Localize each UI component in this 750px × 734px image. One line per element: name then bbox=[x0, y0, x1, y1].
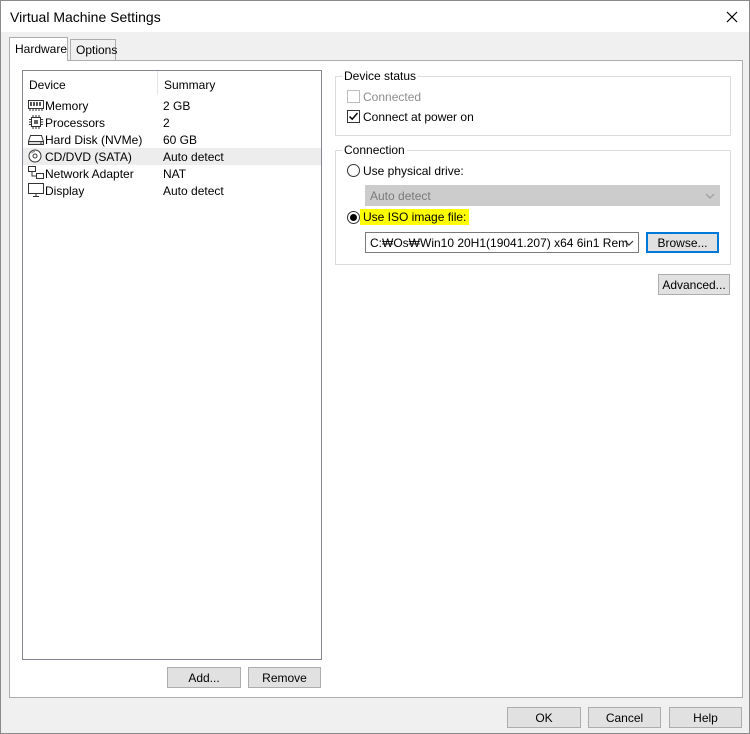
help-button[interactable]: Help bbox=[669, 707, 742, 728]
connection-title: Connection bbox=[342, 143, 407, 157]
device-summary: NAT bbox=[163, 167, 187, 181]
chevron-down-icon bbox=[624, 240, 634, 246]
iso-path-value: C:₩Os₩Win10 20H1(19041.207) x64 6in1 Rem… bbox=[370, 235, 628, 250]
remove-device-button[interactable]: Remove bbox=[248, 667, 321, 688]
add-device-button[interactable]: Add... bbox=[167, 667, 241, 688]
connection-group: Connection Use physical drive: Auto dete… bbox=[335, 143, 731, 265]
device-summary: 2 GB bbox=[163, 99, 191, 113]
column-header-summary[interactable]: Summary bbox=[157, 71, 215, 95]
connect-at-power-on-checkbox[interactable] bbox=[347, 110, 360, 123]
window-title: Virtual Machine Settings bbox=[10, 9, 161, 25]
close-icon bbox=[726, 11, 738, 22]
device-name: CD/DVD (SATA) bbox=[45, 150, 132, 164]
device-status-title: Device status bbox=[342, 69, 419, 83]
device-name: Memory bbox=[45, 99, 89, 113]
iso-path-combo[interactable]: C:₩Os₩Win10 20H1(19041.207) x64 6in1 Rem… bbox=[365, 232, 639, 253]
use-iso-image-label: Use ISO image file: bbox=[360, 209, 470, 225]
cancel-button[interactable]: Cancel bbox=[588, 707, 661, 728]
physical-drive-value: Auto detect bbox=[370, 188, 431, 203]
tab-hardware[interactable]: Hardware bbox=[9, 37, 68, 61]
tab-options[interactable]: Options bbox=[70, 39, 117, 60]
device-name: Display bbox=[45, 184, 85, 198]
connected-label: Connected bbox=[363, 90, 422, 104]
device-summary: 60 GB bbox=[163, 133, 198, 147]
device-summary: Auto detect bbox=[163, 150, 224, 164]
processor-icon bbox=[29, 115, 43, 129]
checkmark-icon bbox=[348, 112, 359, 121]
device-row-memory[interactable]: Memory 2 GB bbox=[23, 97, 321, 114]
hard-disk-icon bbox=[28, 135, 44, 145]
device-row-cd-dvd[interactable]: CD/DVD (SATA) Auto detect bbox=[23, 148, 321, 165]
title-bar: Virtual Machine Settings bbox=[1, 1, 749, 32]
use-iso-image-text: Use ISO image file: bbox=[360, 209, 470, 225]
display-icon bbox=[28, 183, 44, 197]
browse-button[interactable]: Browse... bbox=[646, 232, 719, 253]
device-name: Network Adapter bbox=[45, 167, 134, 181]
device-rows: Memory 2 GB Processors 2 Hard Disk (NVMe… bbox=[23, 97, 321, 199]
ok-button[interactable]: OK bbox=[507, 707, 581, 728]
hardware-tab-panel: Device Summary Memory 2 GB Processors 2 … bbox=[9, 60, 743, 698]
use-physical-drive-radio[interactable] bbox=[347, 164, 360, 177]
device-summary: 2 bbox=[163, 116, 170, 130]
virtual-machine-settings-window: Virtual Machine Settings Hardware Option… bbox=[0, 0, 750, 734]
device-row-display[interactable]: Display Auto detect bbox=[23, 182, 321, 199]
device-row-hard-disk[interactable]: Hard Disk (NVMe) 60 GB bbox=[23, 131, 321, 148]
advanced-button[interactable]: Advanced... bbox=[658, 274, 730, 295]
connect-at-power-on-label: Connect at power on bbox=[363, 110, 474, 124]
device-list[interactable]: Device Summary Memory 2 GB Processors 2 … bbox=[22, 70, 322, 660]
use-iso-image-radio[interactable] bbox=[347, 211, 360, 224]
device-list-header: Device Summary bbox=[23, 71, 321, 95]
physical-drive-select[interactable]: Auto detect bbox=[365, 185, 720, 206]
memory-icon bbox=[28, 100, 44, 111]
close-button[interactable] bbox=[715, 1, 749, 32]
cd-dvd-icon bbox=[28, 149, 42, 163]
device-name: Processors bbox=[45, 116, 106, 130]
device-summary: Auto detect bbox=[163, 184, 224, 198]
device-name: Hard Disk (NVMe) bbox=[45, 133, 143, 147]
use-physical-drive-label: Use physical drive: bbox=[363, 164, 464, 178]
device-status-group: Device status Connected Connect at power… bbox=[335, 69, 731, 136]
chevron-down-icon bbox=[705, 193, 715, 199]
column-header-device[interactable]: Device bbox=[29, 78, 66, 92]
device-row-network-adapter[interactable]: Network Adapter NAT bbox=[23, 165, 321, 182]
connected-checkbox[interactable] bbox=[347, 90, 360, 103]
network-adapter-icon bbox=[28, 166, 44, 179]
device-row-processors[interactable]: Processors 2 bbox=[23, 114, 321, 131]
